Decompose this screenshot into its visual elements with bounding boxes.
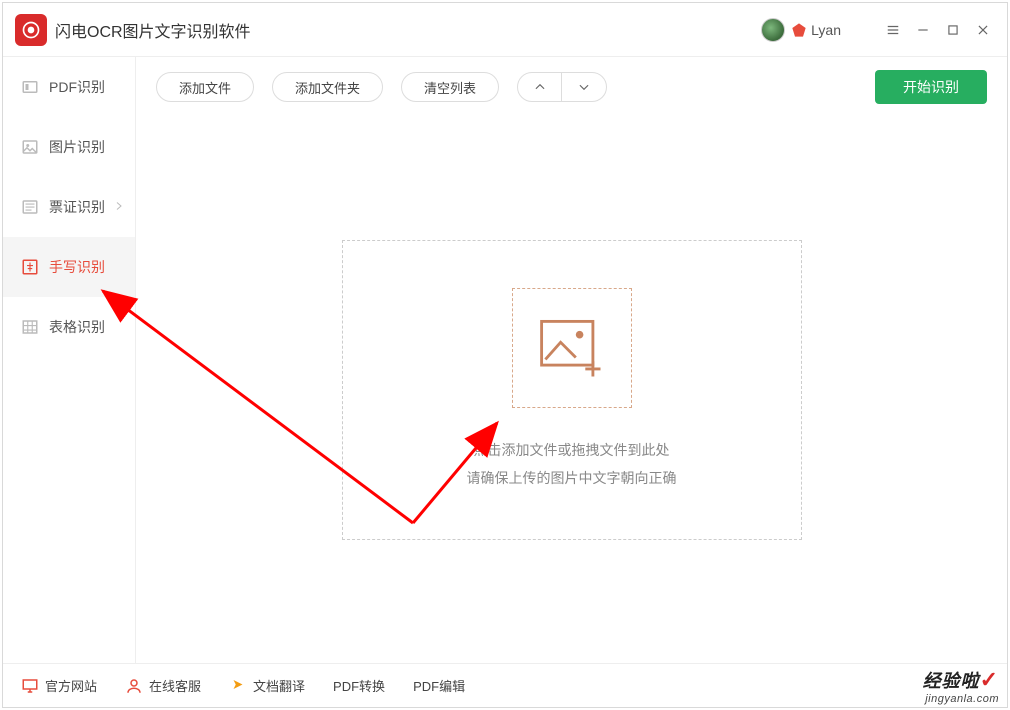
- online-service-link[interactable]: 在线客服: [125, 676, 201, 695]
- sidebar-item-handwriting[interactable]: 手写识别: [3, 237, 135, 297]
- pdf-convert-link[interactable]: PDF转换: [333, 676, 385, 695]
- vip-icon: [791, 22, 807, 38]
- pdf-edit-link[interactable]: PDF编辑: [413, 676, 465, 695]
- sidebar: PDF识别 图片识别 票证识别 手写: [3, 57, 136, 663]
- doc-translate-link[interactable]: 文档翻译: [229, 676, 305, 695]
- status-label: PDF转换: [333, 676, 385, 695]
- status-bar: 官方网站 在线客服 文档翻译 PDF转换 PDF编辑: [3, 663, 1007, 707]
- support-icon: [125, 677, 143, 695]
- body: PDF识别 图片识别 票证识别 手写: [3, 57, 1007, 663]
- add-image-icon: [534, 310, 610, 386]
- dropzone-text-1: 点击添加文件或拖拽文件到此处: [474, 436, 670, 464]
- chevron-right-icon: [113, 199, 125, 215]
- app-title: 闪电OCR图片文字识别软件: [55, 18, 251, 42]
- sidebar-item-ticket[interactable]: 票证识别: [3, 177, 135, 237]
- move-up-button[interactable]: [518, 73, 562, 101]
- content-area: 点击添加文件或拖拽文件到此处 请确保上传的图片中文字朝向正确: [136, 117, 1007, 663]
- sidebar-item-image[interactable]: 图片识别: [3, 117, 135, 177]
- status-label: PDF编辑: [413, 676, 465, 695]
- menu-button[interactable]: [879, 16, 907, 44]
- start-recognition-button[interactable]: 开始识别: [875, 70, 987, 104]
- file-dropzone[interactable]: 点击添加文件或拖拽文件到此处 请确保上传的图片中文字朝向正确: [342, 240, 802, 540]
- move-group: [517, 72, 607, 102]
- official-site-link[interactable]: 官方网站: [21, 676, 97, 695]
- maximize-button[interactable]: [939, 16, 967, 44]
- table-icon: [21, 318, 39, 336]
- sidebar-item-pdf[interactable]: PDF识别: [3, 57, 135, 117]
- translate-icon: [229, 677, 247, 695]
- main-area: 添加文件 添加文件夹 清空列表 开始识别: [136, 57, 1007, 663]
- sidebar-item-label: 表格识别: [49, 317, 105, 337]
- add-file-button[interactable]: 添加文件: [156, 72, 254, 102]
- sidebar-item-label: 手写识别: [49, 257, 105, 277]
- pdf-icon: [21, 78, 39, 96]
- clear-list-button[interactable]: 清空列表: [401, 72, 499, 102]
- sidebar-item-table[interactable]: 表格识别: [3, 297, 135, 357]
- sidebar-item-label: 票证识别: [49, 197, 105, 217]
- app-window: 闪电OCR图片文字识别软件 Lyan PDF识别: [2, 2, 1008, 708]
- status-label: 官方网站: [45, 676, 97, 695]
- app-logo-icon: [15, 14, 47, 46]
- move-down-button[interactable]: [562, 73, 606, 101]
- minimize-button[interactable]: [909, 16, 937, 44]
- title-bar: 闪电OCR图片文字识别软件 Lyan: [3, 3, 1007, 57]
- handwriting-icon: [21, 258, 39, 276]
- sidebar-item-label: 图片识别: [49, 137, 105, 157]
- status-label: 文档翻译: [253, 676, 305, 695]
- sidebar-item-label: PDF识别: [49, 77, 105, 97]
- dropzone-text-2: 请确保上传的图片中文字朝向正确: [467, 464, 677, 492]
- toolbar: 添加文件 添加文件夹 清空列表 开始识别: [136, 57, 1007, 117]
- add-folder-button[interactable]: 添加文件夹: [272, 72, 383, 102]
- username-label[interactable]: Lyan: [811, 22, 841, 38]
- dropzone-icon-box: [512, 288, 632, 408]
- user-avatar[interactable]: [761, 18, 785, 42]
- image-icon: [21, 138, 39, 156]
- close-button[interactable]: [969, 16, 997, 44]
- ticket-icon: [21, 198, 39, 216]
- status-label: 在线客服: [149, 676, 201, 695]
- monitor-icon: [21, 677, 39, 695]
